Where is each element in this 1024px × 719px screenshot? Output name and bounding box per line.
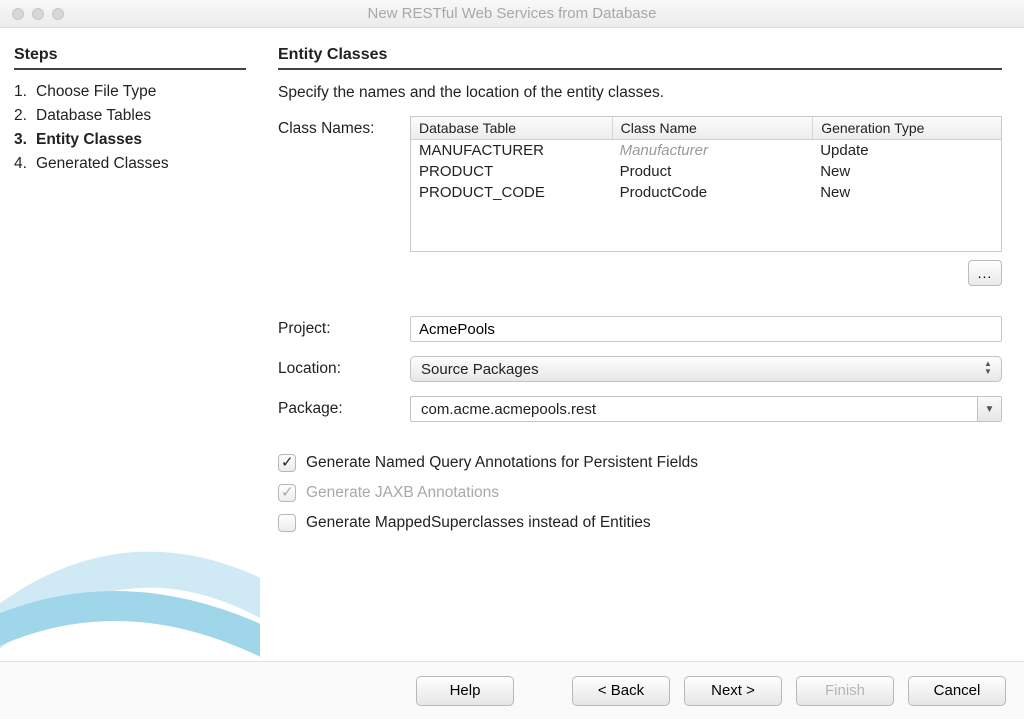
mapped-superclass-checkbox[interactable] <box>278 514 296 532</box>
cell-database-table: PRODUCT_CODE <box>411 182 612 203</box>
finish-button: Finish <box>796 676 894 706</box>
instruction-text: Specify the names and the location of th… <box>278 84 1002 102</box>
project-input[interactable] <box>410 316 1002 342</box>
updown-icon: ▲▼ <box>981 360 995 376</box>
titlebar: New RESTful Web Services from Database <box>0 0 1024 28</box>
package-row: Package: com.acme.acmepools.rest ▼ <box>278 396 1002 422</box>
step-number: 1. <box>14 83 36 101</box>
main-heading: Entity Classes <box>278 46 1002 70</box>
step-label: Database Tables <box>36 107 151 124</box>
jaxb-label: Generate JAXB Annotations <box>306 484 499 502</box>
sidebar-step: 3.Entity Classes <box>14 128 246 152</box>
table-row[interactable]: MANUFACTURERManufacturerUpdate <box>411 140 1001 161</box>
cancel-button[interactable]: Cancel <box>908 676 1006 706</box>
named-query-checkbox[interactable] <box>278 454 296 472</box>
cell-database-table: PRODUCT <box>411 161 612 182</box>
project-row: Project: <box>278 316 1002 342</box>
back-button[interactable]: < Back <box>572 676 670 706</box>
jaxb-checkbox <box>278 484 296 502</box>
step-number: 4. <box>14 155 36 173</box>
class-names-label: Class Names: <box>278 116 410 138</box>
cell-database-table: MANUFACTURER <box>411 140 612 161</box>
jaxb-check-row: Generate JAXB Annotations <box>278 484 1002 502</box>
sidebar-step: 2.Database Tables <box>14 104 246 128</box>
sidebar-step: 4.Generated Classes <box>14 152 246 176</box>
project-label: Project: <box>278 320 410 338</box>
package-label: Package: <box>278 400 410 418</box>
package-combobox[interactable]: com.acme.acmepools.rest ▼ <box>410 396 1002 422</box>
cell-generation-type: New <box>812 182 1001 203</box>
footer: Help < Back Next > Finish Cancel <box>0 661 1024 719</box>
sidebar: Steps 1.Choose File Type2.Database Table… <box>0 28 260 661</box>
cell-class-name[interactable]: Manufacturer <box>612 140 813 161</box>
step-label: Entity Classes <box>36 131 142 148</box>
cell-class-name[interactable]: ProductCode <box>612 182 813 203</box>
mapped-check-row: Generate MappedSuperclasses instead of E… <box>278 514 1002 532</box>
cell-generation-type: New <box>812 161 1001 182</box>
col-generation-type[interactable]: Generation Type <box>812 117 1001 139</box>
location-label: Location: <box>278 360 410 378</box>
steps-list: 1.Choose File Type2.Database Tables3.Ent… <box>14 80 246 176</box>
help-button[interactable]: Help <box>416 676 514 706</box>
col-class-name[interactable]: Class Name <box>612 117 813 139</box>
mapped-label: Generate MappedSuperclasses instead of E… <box>306 514 651 532</box>
location-select[interactable]: Source Packages ▲▼ <box>410 356 1002 382</box>
step-number: 3. <box>14 131 36 149</box>
next-button[interactable]: Next > <box>684 676 782 706</box>
cell-class-name[interactable]: Product <box>612 161 813 182</box>
package-value: com.acme.acmepools.rest <box>421 401 596 418</box>
location-value: Source Packages <box>421 361 539 378</box>
cell-generation-type: Update <box>812 140 1001 161</box>
table-row[interactable]: PRODUCTProductNew <box>411 161 1001 182</box>
checkbox-group: Generate Named Query Annotations for Per… <box>278 454 1002 544</box>
window-title: New RESTful Web Services from Database <box>0 5 1024 22</box>
step-label: Generated Classes <box>36 155 169 172</box>
content-area: Steps 1.Choose File Type2.Database Table… <box>0 28 1024 661</box>
table-row[interactable]: PRODUCT_CODEProductCodeNew <box>411 182 1001 203</box>
named-query-check-row: Generate Named Query Annotations for Per… <box>278 454 1002 472</box>
step-label: Choose File Type <box>36 83 156 100</box>
location-row: Location: Source Packages ▲▼ <box>278 356 1002 382</box>
named-query-label: Generate Named Query Annotations for Per… <box>306 454 698 472</box>
class-names-row: Class Names: Database Table Class Name G… <box>278 116 1002 302</box>
table-header: Database Table Class Name Generation Typ… <box>411 117 1001 140</box>
sidebar-decoration <box>0 491 260 661</box>
chevron-down-icon[interactable]: ▼ <box>977 397 1001 421</box>
step-number: 2. <box>14 107 36 125</box>
browse-button[interactable]: ... <box>968 260 1002 286</box>
col-database-table[interactable]: Database Table <box>411 117 612 139</box>
steps-heading: Steps <box>14 46 246 70</box>
sidebar-step: 1.Choose File Type <box>14 80 246 104</box>
class-names-table[interactable]: Database Table Class Name Generation Typ… <box>410 116 1002 252</box>
main-panel: Entity Classes Specify the names and the… <box>260 28 1024 661</box>
table-body: MANUFACTURERManufacturerUpdatePRODUCTPro… <box>411 140 1001 251</box>
